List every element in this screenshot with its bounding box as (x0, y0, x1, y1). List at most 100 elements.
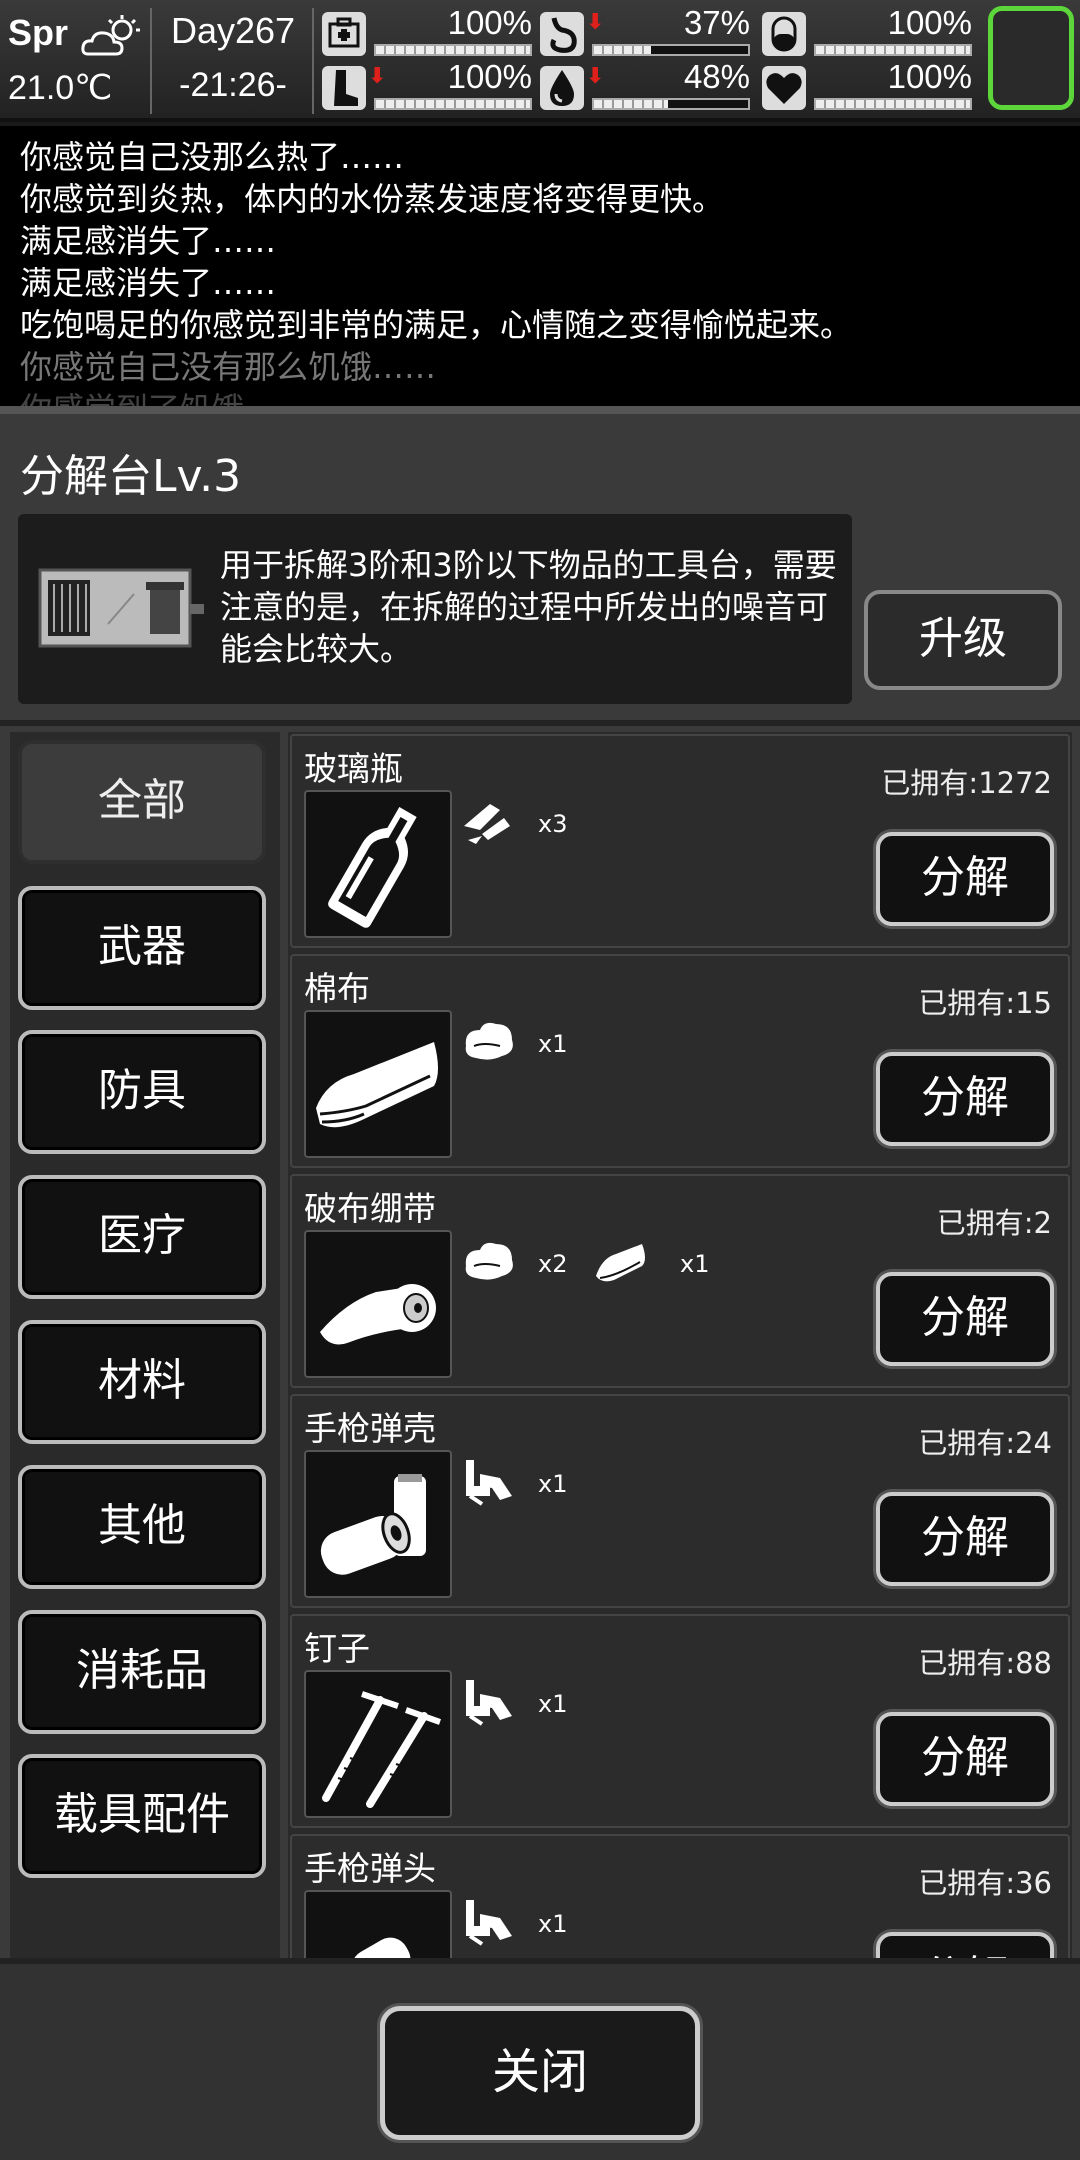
log-line: 你感觉自己没有那么饥饿…… (20, 348, 437, 386)
workbench-description: 用于拆解3阶和3阶以下物品的工具台，需要注意的是，在拆解的过程中所发出的噪音可能… (220, 546, 837, 668)
scrap-metal-icon (466, 1900, 512, 1946)
material-qty: x1 (538, 1470, 568, 1498)
status-bar: Spr 21.0℃ Day267 -21:26- 100% ⬇ 37% 100%… (0, 0, 1080, 122)
stat-bar (374, 98, 532, 110)
decompose-button[interactable]: 分解 (876, 832, 1054, 926)
category-all[interactable]: 全部 (18, 740, 266, 864)
material-qty: x1 (538, 1030, 568, 1058)
cotton-cloth-icon (304, 1010, 452, 1158)
item-name: 破布绷带 (304, 1189, 436, 1228)
stat-value: 100% (447, 4, 532, 41)
divider (312, 8, 314, 114)
stat-value: 100% (887, 4, 972, 41)
item-owned-count: 已拥有:15 (918, 986, 1052, 1020)
quick-slot-button[interactable] (988, 6, 1074, 110)
category-materials[interactable]: 材料 (18, 1320, 266, 1444)
list-item: 棉布 已拥有:15 x1 分解 (290, 954, 1070, 1168)
scrap-metal-icon (466, 1680, 512, 1726)
leg-icon (322, 66, 366, 110)
hunger-stat: ⬇ 37% (540, 4, 750, 58)
close-button[interactable]: 关闭 (380, 2006, 700, 2140)
workbench-info: 用于拆解3阶和3阶以下物品的工具台，需要注意的是，在拆解的过程中所发出的噪音可能… (18, 514, 852, 704)
cotton-icon (465, 1242, 513, 1280)
item-name: 玻璃瓶 (304, 749, 403, 788)
trend-arrow: ⬇ (586, 10, 605, 35)
stat-bar (814, 44, 972, 56)
log-line: 吃饱喝足的你感觉到非常的满足，心情随之变得愉悦起来。 (20, 306, 853, 344)
item-owned-count: 已拥有:24 (918, 1426, 1052, 1460)
stat-bar (814, 98, 972, 110)
list-item: 手枪弹壳 已拥有:24 x1 分解 (290, 1394, 1070, 1608)
stat-bar-fill (376, 46, 530, 54)
stamina-stat: ⬇ 100% (322, 58, 532, 112)
cloth-icon (596, 1244, 645, 1282)
stat-value: 37% (683, 4, 750, 41)
log-line: 你感觉自己没那么热了…… (20, 138, 405, 176)
immunity-stat: 100% (762, 4, 972, 58)
item-owned-count: 已拥有:1272 (881, 766, 1052, 800)
season-label: Spr (8, 12, 69, 53)
log-line: 你感觉到炎热，体内的水份蒸发速度将变得更快。 (20, 180, 725, 218)
divider (0, 720, 1080, 726)
decompose-button[interactable]: 分解 (876, 1052, 1054, 1146)
item-owned-count: 已拥有:36 (918, 1866, 1052, 1900)
item-list[interactable]: 玻璃瓶 已拥有:1272 x3 分解 棉布 已拥有:15 x1 分解 破布绷带 … (288, 732, 1072, 1972)
thirst-stat: ⬇ 48% (540, 58, 750, 112)
message-log[interactable]: 你感觉自己没那么热了…… 你感觉到炎热，体内的水份蒸发速度将变得更快。 满足感消… (0, 126, 1080, 410)
day-label: Day267 (170, 10, 296, 51)
item-owned-count: 已拥有:2 (936, 1206, 1052, 1240)
workbench-icon (38, 568, 204, 648)
stat-bar-fill (376, 100, 530, 108)
material-qty: x1 (680, 1250, 710, 1278)
mood-stat: 100% (762, 58, 972, 112)
item-name: 手枪弹头 (304, 1849, 436, 1888)
bandage-icon (304, 1230, 452, 1378)
list-item: 破布绷带 已拥有:2 x2 x1 分解 (290, 1174, 1070, 1388)
material-qty: x1 (538, 1910, 568, 1938)
cotton-icon (465, 1022, 513, 1060)
divider (0, 406, 1080, 414)
item-name: 棉布 (304, 969, 370, 1008)
stat-value: 100% (447, 58, 532, 95)
decompose-button[interactable]: 分解 (876, 1492, 1054, 1586)
stat-bar-fill (594, 100, 668, 108)
log-line: 满足感消失了…… (20, 264, 277, 302)
category-armor[interactable]: 防具 (18, 1030, 266, 1154)
stat-value: 48% (683, 58, 750, 95)
stat-value: 100% (887, 58, 972, 95)
stat-bar (374, 44, 532, 56)
stomach-icon (540, 12, 584, 56)
category-vehicle-parts[interactable]: 载具配件 (18, 1754, 266, 1878)
scrap-metal-icon (466, 1460, 512, 1506)
category-weapons[interactable]: 武器 (18, 886, 266, 1010)
heart-icon (762, 66, 806, 110)
nails-icon (304, 1670, 452, 1818)
trend-arrow: ⬇ (368, 64, 387, 89)
category-other[interactable]: 其他 (18, 1465, 266, 1589)
item-owned-count: 已拥有:88 (918, 1646, 1052, 1680)
panel-title: 分解台Lv.3 (20, 451, 242, 502)
glass-shard-icon (464, 804, 510, 844)
water-drop-icon (540, 66, 584, 110)
day-time: Day267 -21:26- (158, 8, 308, 116)
decompose-button[interactable]: 分解 (876, 1712, 1054, 1806)
stat-bar-fill (816, 46, 970, 54)
upgrade-button[interactable]: 升级 (864, 590, 1062, 690)
category-consumables[interactable]: 消耗品 (18, 1610, 266, 1734)
medkit-icon (322, 12, 366, 56)
health-stat: 100% (322, 4, 532, 58)
decompose-button[interactable]: 分解 (876, 1272, 1054, 1366)
season-weather: Spr 21.0℃ (8, 8, 148, 116)
material-qty: x3 (538, 810, 568, 838)
pistol-casing-icon (304, 1450, 452, 1598)
temperature-label: 21.0℃ (8, 69, 113, 107)
category-medical[interactable]: 医疗 (18, 1175, 266, 1299)
stat-bar (592, 98, 750, 110)
time-label: -21:26- (179, 66, 287, 104)
category-sidebar: 全部 武器 防具 医疗 材料 其他 消耗品 载具配件 (10, 732, 280, 1972)
divider (150, 8, 152, 114)
item-name: 钉子 (304, 1629, 370, 1668)
stat-bar (592, 44, 750, 56)
trend-arrow: ⬇ (586, 64, 605, 89)
list-item: 玻璃瓶 已拥有:1272 x3 分解 (290, 734, 1070, 948)
